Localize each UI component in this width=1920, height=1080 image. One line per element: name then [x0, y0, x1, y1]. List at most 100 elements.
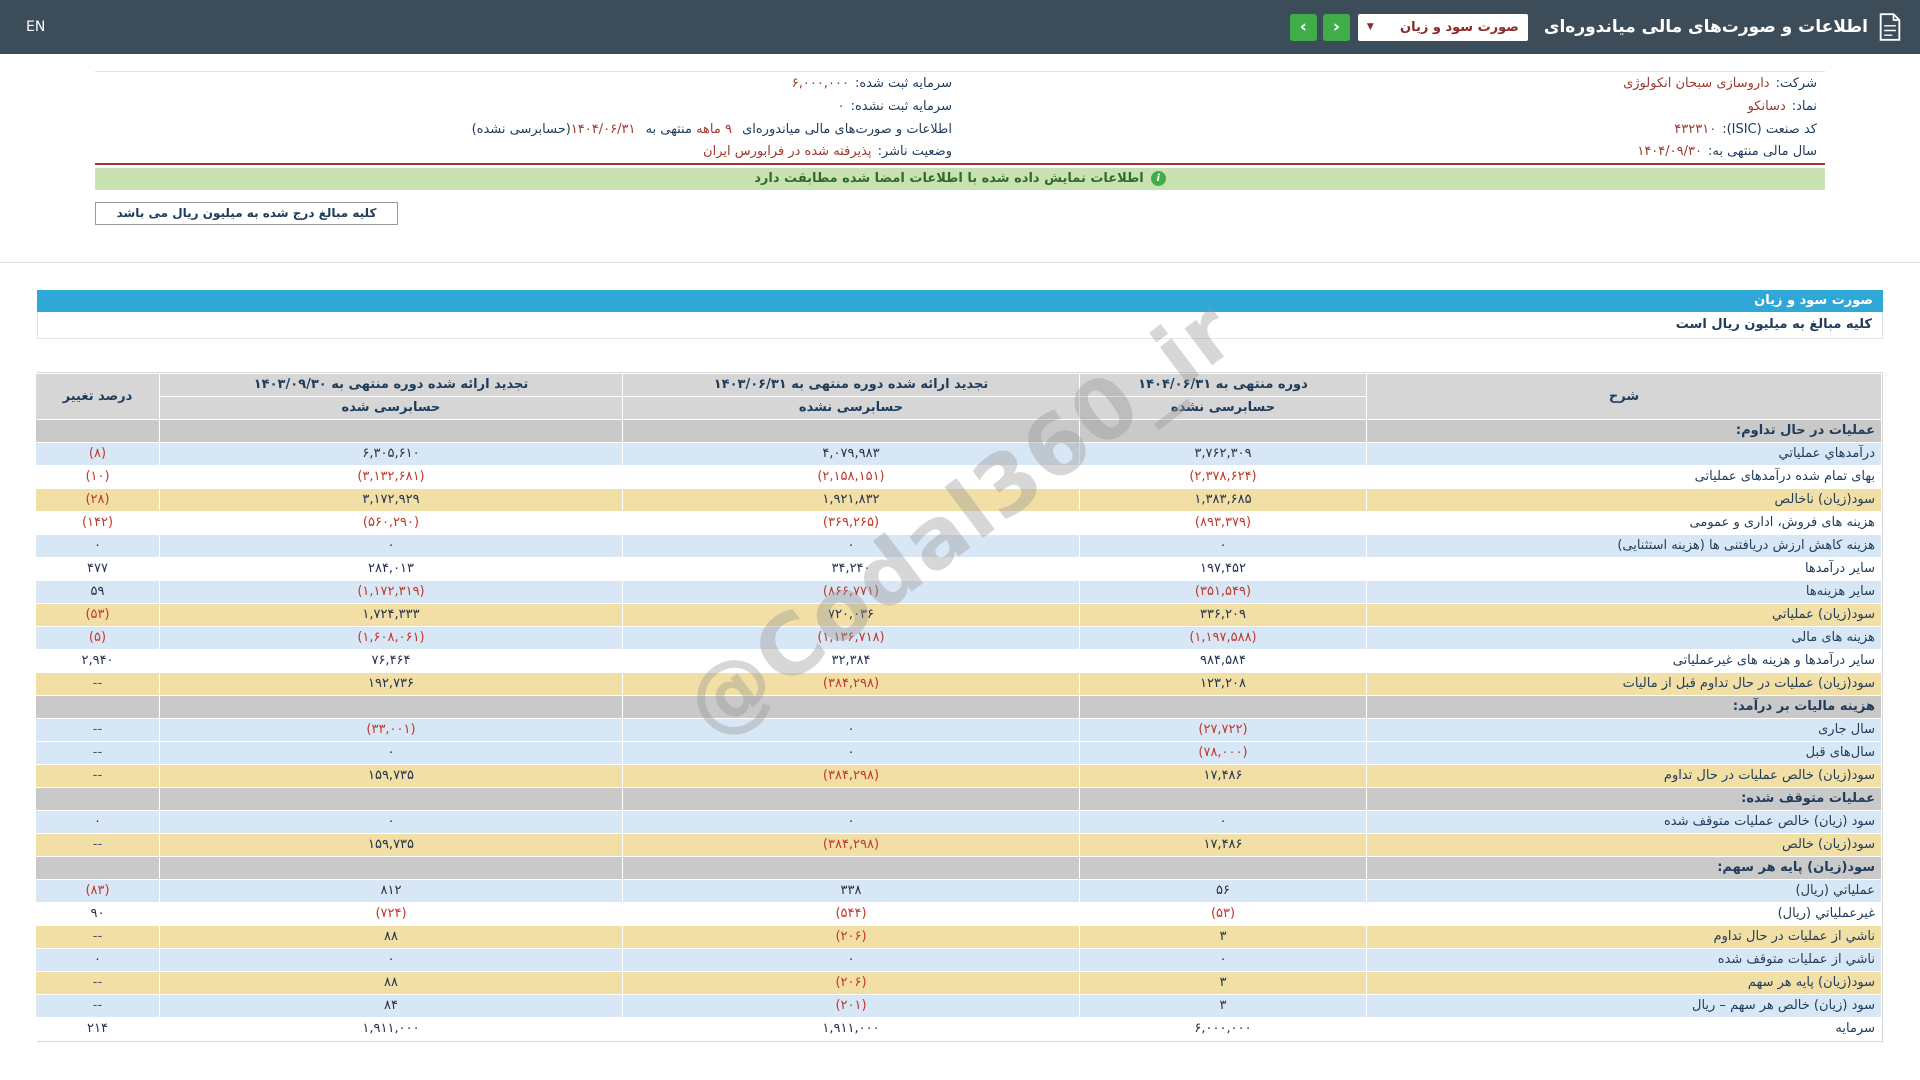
row-label: سایر درآمدها و هزینه های غیرعملیاتی — [1366, 648, 1882, 673]
row-label: عملیات در حال تداوم: — [1366, 418, 1882, 443]
value-cell: (۳,۱۳۲,۶۸۱) — [159, 464, 623, 489]
statement-data-row: سود(زیان) خالص عملیات در حال تداوم ۱۷,۴۸۶… — [35, 763, 1882, 788]
value-cell: ۱۹۲,۷۳۶ — [159, 671, 623, 696]
value-cell: (۳۸۴,۲۹۸) — [622, 763, 1080, 788]
value-cell: (۲۰۶) — [622, 924, 1080, 949]
topbar: اطلاعات و صورت‌های مالی میاندوره‌ای صورت… — [0, 0, 1920, 54]
value-cell: ۸۸ — [159, 924, 623, 949]
row-label: سود(زیان) پایه هر سهم: — [1366, 855, 1882, 880]
statement-type-selected-value: صورت سود و زیان — [1400, 19, 1519, 35]
info-cell: سرمایه ثبت شده: ۶,۰۰۰,۰۰۰ — [95, 72, 960, 95]
value-cell: ۹۸۴,۵۸۴ — [1079, 648, 1367, 673]
info-label: اطلاعات و صورت‌های مالی میاندوره‌ای — [737, 121, 952, 137]
info-value: ۶,۰۰۰,۰۰۰ — [791, 75, 849, 91]
change-percent-cell: (۵) — [35, 625, 160, 650]
info-label: سال مالی منتهی به: — [1707, 144, 1817, 159]
row-label: هزینه مالیات بر درآمد: — [1366, 694, 1882, 719]
change-percent-cell: ۵۹ — [35, 579, 160, 604]
info-row: کد صنعت (ISIC): ۴۳۲۳۱۰ اطلاعات و صورت‌های … — [95, 118, 1825, 141]
value-cell — [622, 418, 1080, 443]
info-cell: اطلاعات و صورت‌های مالی میاندوره‌ای ۹ ما… — [95, 118, 960, 141]
info-cell: شرکت: داروسازی سبحان انکولوژی — [960, 72, 1825, 95]
statement-data-row: سرمایه ۶,۰۰۰,۰۰۰ ۱,۹۱۱,۰۰۰ ۱,۹۱۱,۰۰۰ ۲۱۴ — [35, 1016, 1882, 1041]
info-icon: i — [1150, 171, 1166, 186]
statement-data-row: سود (زیان) خالص عملیات متوقف شده ۰ ۰ ۰ ۰ — [35, 809, 1882, 834]
value-cell: ۳۲,۳۸۴ — [622, 648, 1080, 673]
statement-data-row: سایر درآمدها ۱۹۷,۴۵۲ ۳۴,۲۴۰ ۲۸۴,۰۱۳ ۴۷۷ — [35, 556, 1882, 581]
change-percent-cell: ۹۰ — [35, 901, 160, 926]
value-cell: ۱۵۹,۷۳۵ — [159, 763, 623, 788]
value-cell: (۷۸,۰۰۰) — [1079, 740, 1367, 765]
value-cell: ۸۸ — [159, 970, 623, 995]
info-value: پذیرفته شده در فرابورس ایران — [703, 144, 872, 159]
value-cell: ۰ — [622, 947, 1080, 972]
info-value: ۴۳۲۳۱۰ — [1674, 121, 1717, 137]
company-info-table: شرکت: داروسازی سبحان انکولوژی سرمایه ثبت ش… — [95, 71, 1825, 165]
info-label: کد صنعت (ISIC): — [1722, 121, 1817, 137]
statement-section: صورت سود و زیان کلیه مبالغ به میلیون ریا… — [35, 289, 1883, 1042]
row-label: سود(زیان) پایه هر سهم — [1366, 970, 1882, 995]
value-cell: ۸۴ — [159, 993, 623, 1018]
value-cell: ۲۸۴,۰۱۳ — [159, 556, 623, 581]
value-cell: ۶,۰۰۰,۰۰۰ — [1079, 1016, 1367, 1041]
row-label: عملیات متوقف شده: — [1366, 786, 1882, 811]
change-percent-cell: ۴۷۷ — [35, 556, 160, 581]
info-value: ۰ — [837, 98, 845, 114]
value-cell: ۰ — [159, 947, 623, 972]
value-cell: (۱,۱۹۷,۵۸۸) — [1079, 625, 1367, 650]
value-cell: (۵۶۰,۲۹۰) — [159, 510, 623, 535]
next-statement-button[interactable]: ‹ — [1322, 13, 1350, 41]
statement-data-row: سود(زیان) پایه هر سهم ۳ (۲۰۶) ۸۸ -- — [35, 970, 1882, 995]
info-value: ۹ ماهه — [696, 121, 732, 137]
report-document-icon[interactable] — [1878, 13, 1902, 41]
language-toggle-en[interactable]: EN — [18, 15, 53, 39]
value-cell: ۱۲۳,۲۰۸ — [1079, 671, 1367, 696]
row-label: سود (زیان) خالص هر سهم – ریال — [1366, 993, 1882, 1018]
info-label: شرکت: — [1775, 75, 1817, 91]
info-row: سال مالی منتهی به: ۱۴۰۴/۰۹/۳۰ وضعیت ناشر: پ… — [95, 141, 1825, 164]
value-cell: ۳۳۶,۲۰۹ — [1079, 602, 1367, 627]
value-cell: ۴,۰۷۹,۹۸۳ — [622, 441, 1080, 466]
value-cell — [159, 694, 623, 719]
statement-data-row: هزینه های فروش، اداری و عمومی (۸۹۳,۳۷۹) (۳… — [35, 510, 1882, 535]
statement-data-row: هزینه های مالی (۱,۱۹۷,۵۸۸) (۱,۱۳۶,۷۱۸) (۱,۶… — [35, 625, 1882, 650]
statement-section-row: عملیات در حال تداوم: — [35, 418, 1882, 443]
value-cell — [159, 418, 623, 443]
info-cell: سال مالی منتهی به: ۱۴۰۴/۰۹/۳۰ — [960, 141, 1825, 164]
value-cell: ۳۳۸ — [622, 878, 1080, 903]
value-cell: ۰ — [622, 740, 1080, 765]
value-cell — [159, 786, 623, 811]
value-cell: ۷۶,۴۶۴ — [159, 648, 623, 673]
row-label: سایر درآمدها — [1366, 556, 1882, 581]
statement-data-row: سال‌های قبل (۷۸,۰۰۰) ۰ ۰ -- — [35, 740, 1882, 765]
chevron-down-icon: ▼ — [1366, 22, 1374, 32]
statement-data-row: سود(زیان) عملیات در حال تداوم قبل از مال… — [35, 671, 1882, 696]
million-rial-note: کلیه مبالغ درج شده به میلیون ریال می باش… — [95, 201, 398, 225]
value-cell: ۵۶ — [1079, 878, 1367, 903]
statement-table-body: عملیات در حال تداوم: درآمدهاي عملياتي ۳,۷۶… — [35, 418, 1882, 1041]
info-cell: کد صنعت (ISIC): ۴۳۲۳۱۰ — [960, 118, 1825, 141]
value-cell: (۳۸۴,۲۹۸) — [622, 671, 1080, 696]
statement-type-select[interactable]: صورت سود و زیان ▼ — [1357, 13, 1528, 41]
value-cell: ۳ — [1079, 970, 1367, 995]
prev-statement-button[interactable]: › — [1289, 13, 1317, 41]
statement-data-row: هزینه کاهش ارزش دریافتنی ها (هزینه استثن… — [35, 533, 1882, 558]
statement-section-row: سود(زیان) پایه هر سهم: — [35, 855, 1882, 880]
value-cell: ۱,۹۱۱,۰۰۰ — [622, 1016, 1080, 1041]
divider — [0, 261, 1920, 263]
info-cell: سرمایه ثبت نشده: ۰ — [95, 95, 960, 118]
change-percent-cell: (۵۳) — [35, 602, 160, 627]
statement-data-row: سود (زیان) خالص هر سهم – ریال ۳ (۲۰۱) ۸۴ -- — [35, 993, 1882, 1018]
row-label: سود(زیان) خالص عملیات در حال تداوم — [1366, 763, 1882, 788]
value-cell — [622, 855, 1080, 880]
column-subheader-audit-status: حسابرسی نشده — [622, 395, 1080, 420]
change-percent-cell: (۱۰) — [35, 464, 160, 489]
change-percent-cell — [35, 855, 160, 880]
amounts-unit-note: کلیه مبالغ به میلیون ریال است — [37, 311, 1883, 339]
info-value: دسانکو — [1747, 98, 1786, 114]
change-percent-cell: ۲۱۴ — [35, 1016, 160, 1041]
info-label: منتهی به — [641, 121, 697, 137]
column-header-period-restated-mid: تجدید ارائه شده دوره منتهی به ۱۴۰۳/۰۶/۳۱ — [622, 372, 1080, 397]
statement-section-row: عملیات متوقف شده: — [35, 786, 1882, 811]
change-percent-cell: -- — [35, 717, 160, 742]
